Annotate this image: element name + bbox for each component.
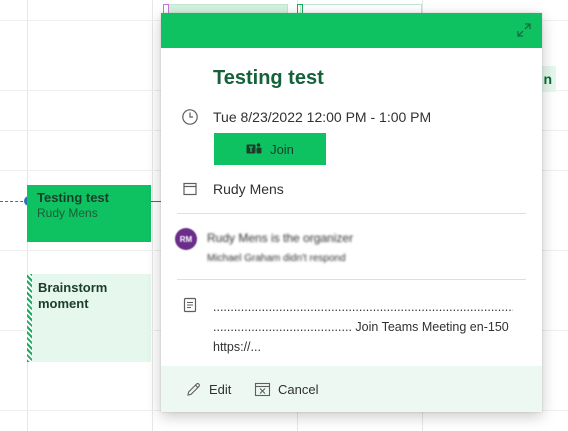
attendee-response-status: Michael Graham didn't respond xyxy=(207,253,346,264)
event-title-fragment: n xyxy=(543,71,552,87)
event-description: ........................................… xyxy=(213,297,513,357)
cancel-button-label: Cancel xyxy=(278,381,319,397)
event-organizer: Rudy Mens xyxy=(37,206,98,220)
description-line: ........................................… xyxy=(213,320,509,334)
description-link[interactable]: https://... xyxy=(213,337,513,357)
calendar-icon xyxy=(183,182,197,196)
pencil-icon xyxy=(187,382,200,396)
description-line: ........................................… xyxy=(213,300,513,314)
attendee-organizer-text: Rudy Mens is the organizer xyxy=(207,231,354,245)
edit-button-label: Edit xyxy=(209,381,232,397)
card-header xyxy=(161,13,542,48)
event-title: Brainstorm moment xyxy=(38,280,108,311)
calendar-owner: Rudy Mens xyxy=(213,181,284,197)
expand-icon[interactable] xyxy=(516,22,532,38)
tentative-stripe xyxy=(27,274,32,362)
notes-icon xyxy=(183,297,197,313)
edit-button[interactable]: Edit xyxy=(185,376,231,402)
grid-column-line xyxy=(152,0,153,431)
event-title: Testing test xyxy=(37,190,109,205)
calendar-event-testing-test[interactable]: Testing test Rudy Mens xyxy=(27,185,151,242)
join-button-label: Join xyxy=(270,141,294,157)
event-peek-card: Testing test Tue 8/23/2022 12:00 PM - 1:… xyxy=(161,13,542,412)
event-datetime: Tue 8/23/2022 12:00 PM - 1:00 PM xyxy=(213,109,432,125)
divider xyxy=(177,279,526,280)
calendar-view: n Testing test Rudy Mens Brainstorm mome… xyxy=(0,0,568,431)
event-title: Testing test xyxy=(213,67,324,89)
avatar[interactable]: RM xyxy=(175,228,197,250)
join-teams-button[interactable]: Join xyxy=(214,133,326,165)
calendar-cancel-icon xyxy=(254,382,271,396)
calendar-event-brainstorm[interactable]: Brainstorm moment xyxy=(27,274,151,362)
cancel-event-button[interactable]: Cancel xyxy=(254,376,318,402)
divider xyxy=(177,213,526,214)
clock-icon xyxy=(182,109,198,125)
teams-icon xyxy=(246,143,262,154)
